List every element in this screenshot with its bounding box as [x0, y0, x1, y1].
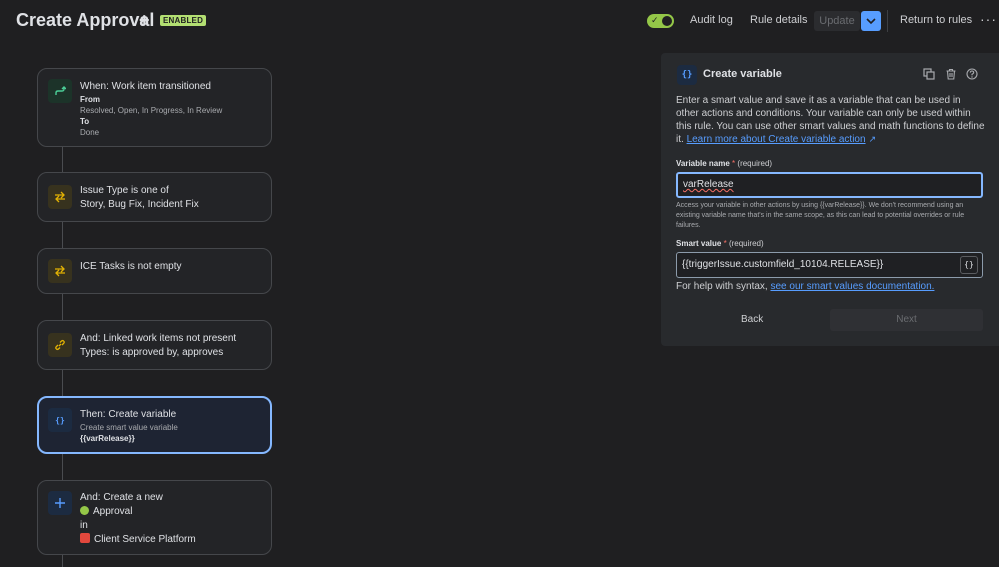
smart-value-value: {{triggerIssue.customfield_10104.RELEASE… [682, 259, 884, 270]
approval-type-icon [80, 506, 89, 515]
rule-condition-issue-type[interactable]: Issue Type is one of Story, Bug Fix, Inc… [37, 172, 272, 222]
syntax-help: For help with syntax, see our smart valu… [676, 281, 934, 292]
delete-icon[interactable] [945, 67, 959, 81]
action-item-type: Approval [80, 505, 263, 519]
title-plus-icon[interactable]: + [139, 10, 150, 31]
panel-title: Create variable [703, 68, 782, 80]
trigger-title: When: Work item transitioned [80, 81, 211, 92]
rule-enabled-toggle[interactable]: ✓ [647, 14, 674, 28]
back-button[interactable]: Back [741, 314, 763, 325]
variable-name-hint: Access your variable in other actions by… [676, 202, 965, 229]
next-button[interactable]: Next [830, 309, 983, 331]
required-asterisk: * [732, 159, 736, 168]
condition-line2: Types: is approved by, approves [80, 347, 224, 358]
rule-condition-ice-tasks[interactable]: ICE Tasks is not empty [37, 248, 272, 294]
toggle-knob [662, 16, 672, 26]
chevron-down-icon [866, 18, 876, 25]
condition-line1: And: Linked work items not present [80, 333, 237, 344]
braces-icon: {} [48, 408, 72, 432]
project-icon [80, 533, 90, 543]
trigger-to-label: To [80, 117, 90, 126]
action-value: {{varRelease}} [80, 434, 135, 443]
project-label: Client Service Platform [94, 534, 196, 545]
required-text: (required) [737, 159, 773, 168]
action-project: Client Service Platform [80, 533, 263, 547]
condition-icon [48, 259, 72, 283]
update-dropdown-button[interactable] [861, 11, 881, 31]
link-icon [48, 333, 72, 357]
action-text: Then: Create variable Create smart value… [80, 408, 262, 444]
condition-text: Issue Type is one of Story, Bug Fix, Inc… [80, 184, 263, 212]
smart-values-docs-link[interactable]: see our smart values documentation. [770, 281, 934, 292]
variable-name-label-text: Variable name [676, 159, 730, 168]
variable-name-value: varRelease [683, 179, 734, 190]
update-button[interactable]: Update [814, 11, 860, 31]
action-subtitle: Create smart value variable [80, 423, 178, 432]
required-asterisk: * [723, 239, 727, 248]
action-title: And: Create a new [80, 492, 163, 503]
action-in-label: in [80, 520, 88, 531]
page-title: Create Approval [16, 10, 155, 30]
action-text: And: Create a new Approval in Client Ser… [80, 491, 263, 547]
smart-value-input[interactable]: {{triggerIssue.customfield_10104.RELEASE… [676, 252, 983, 278]
learn-more-link[interactable]: Learn more about Create variable action [687, 134, 866, 145]
variable-name-input[interactable]: varRelease [676, 172, 983, 198]
plus-icon [48, 491, 72, 515]
condition-line1: ICE Tasks is not empty [80, 261, 182, 272]
trigger-icon [48, 79, 72, 103]
action-title: Then: Create variable [80, 409, 177, 420]
header-divider [887, 10, 888, 32]
audit-log-button[interactable]: Audit log [690, 14, 733, 26]
braces-icon: {} [677, 65, 697, 85]
smart-value-picker-button[interactable]: {} [960, 256, 978, 274]
rule-trigger-card[interactable]: When: Work item transitioned From Resolv… [37, 68, 272, 147]
rule-condition-linked-items[interactable]: And: Linked work items not present Types… [37, 320, 272, 370]
trigger-from-value: Resolved, Open, In Progress, In Review [80, 106, 223, 115]
trigger-text: When: Work item transitioned From Resolv… [80, 80, 263, 138]
external-link-icon: ↗ [868, 134, 877, 144]
rule-action-create-variable[interactable]: {} Then: Create variable Create smart va… [37, 396, 272, 454]
panel-description: Enter a smart value and save it as a var… [676, 94, 986, 146]
condition-icon [48, 185, 72, 209]
help-icon[interactable] [966, 67, 980, 81]
condition-text: ICE Tasks is not empty [80, 260, 263, 274]
status-badge: ENABLED [160, 15, 207, 26]
more-options-icon[interactable]: ··· [980, 11, 997, 27]
required-text: (required) [728, 239, 764, 248]
condition-line1: Issue Type is one of [80, 185, 169, 196]
help-prefix: For help with syntax, [676, 281, 771, 292]
trigger-from-label: From [80, 95, 100, 104]
smart-value-label: Smart value * (required) [676, 239, 764, 248]
create-variable-panel: {} Create variable Enter a smart value a… [661, 53, 999, 346]
variable-name-label: Variable name * (required) [676, 159, 772, 168]
check-icon: ✓ [651, 15, 659, 25]
smart-value-label-text: Smart value [676, 239, 722, 248]
condition-text: And: Linked work items not present Types… [80, 332, 263, 360]
duplicate-icon[interactable] [923, 67, 937, 81]
condition-line2: Story, Bug Fix, Incident Fix [80, 199, 199, 210]
top-header: Create Approval + ENABLED ✓ Audit log Ru… [0, 0, 999, 42]
approval-type-label: Approval [93, 506, 133, 517]
trigger-to-value: Done [80, 128, 100, 137]
rule-action-create-item[interactable]: And: Create a new Approval in Client Ser… [37, 480, 272, 555]
return-to-rules-button[interactable]: Return to rules [900, 14, 972, 26]
rule-details-button[interactable]: Rule details [750, 14, 807, 26]
